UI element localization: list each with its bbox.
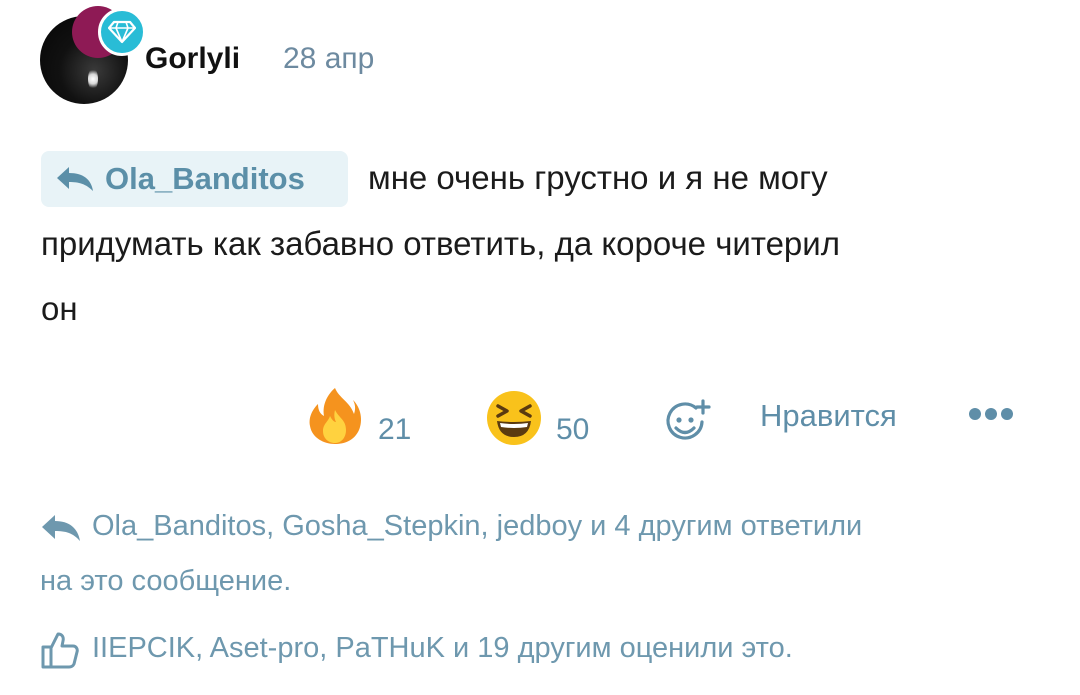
fire-reaction-count: 21 [378,413,412,446]
message-text-line-2: придумать как забавно ответить, да короч… [41,225,840,262]
laughing-emoji-icon [487,391,541,445]
avatar-image-light [88,68,98,90]
reply-arrow-icon [42,515,80,541]
laugh-reaction-count: 50 [556,413,590,446]
add-reaction-button[interactable] [664,398,712,446]
add-reaction-icon [666,399,711,440]
user-badges [72,6,146,60]
reply-to-chip[interactable]: Ola_Banditos [41,151,348,207]
diamond-badge-icon [98,8,146,56]
replies-text-line-1: Ola_Banditos, Gosha_Stepkin, jedboy и 4 … [92,510,863,542]
replies-text-line-2: на это сообщение. [40,565,292,597]
message-text-line-1: мне очень грустно и я не могу [368,159,828,196]
laugh-reaction-button[interactable] [486,390,542,446]
fire-reaction-button[interactable] [306,386,364,446]
likes-text: IIEPCIK, Aset-pro, PaTHuK и 19 другим оц… [92,632,793,664]
more-button[interactable] [968,404,1014,424]
more-dots-icon [969,408,1013,420]
likes-info[interactable]: IIEPCIK, Aset-pro, PaTHuK и 19 другим оц… [40,626,990,676]
thumbs-up-icon [41,632,79,669]
reply-arrow-icon [57,167,93,191]
like-button[interactable]: Нравится [760,398,897,434]
fire-emoji-icon [309,388,361,444]
username[interactable]: Gorlyli [145,42,240,76]
message-text-line-3: он [41,290,78,327]
post-date: 28 апр [283,42,375,75]
reply-to-username: Ola_Banditos [105,161,305,196]
